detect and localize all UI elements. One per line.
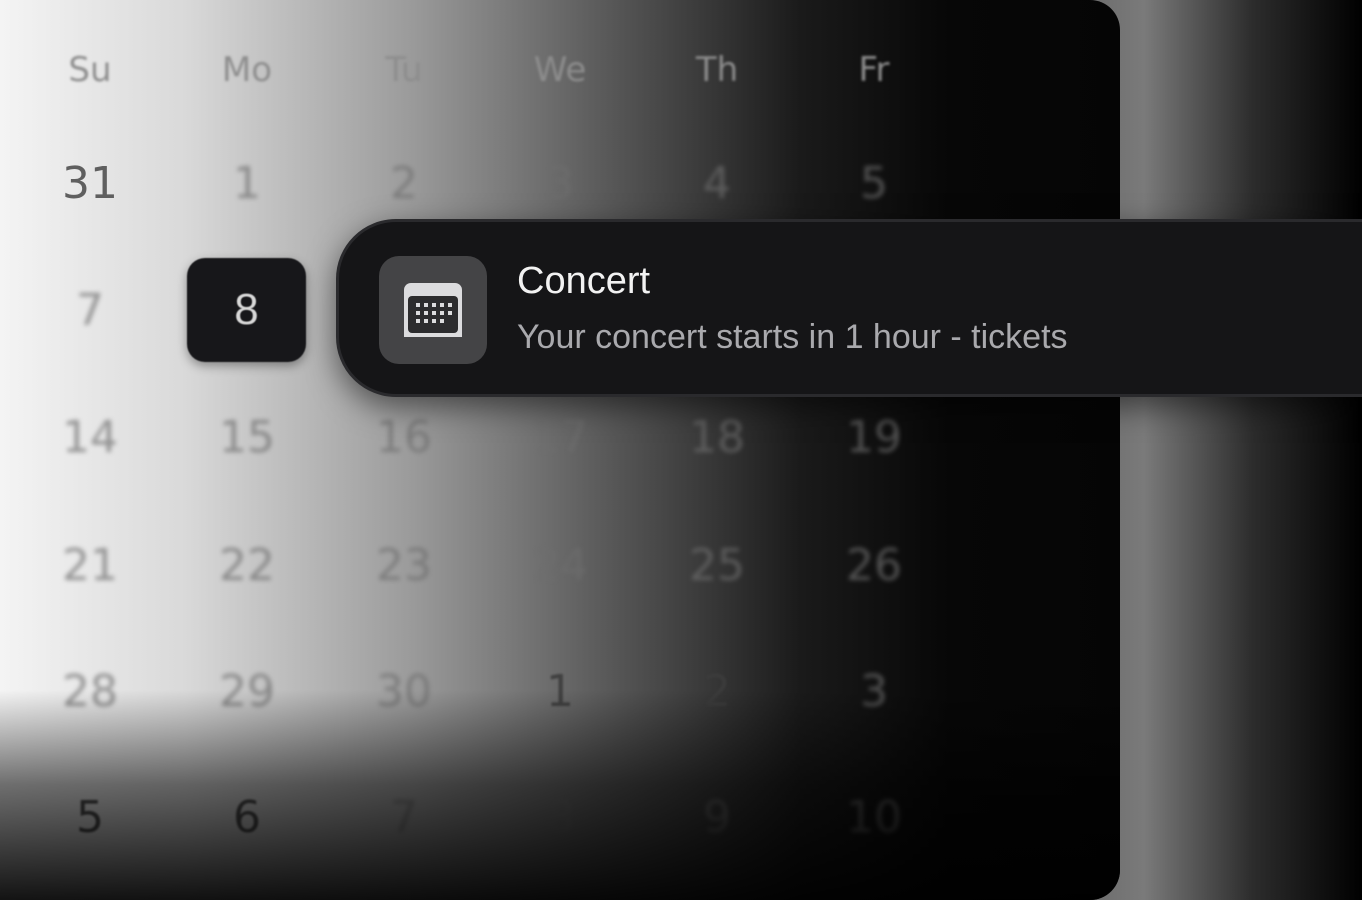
- calendar-day[interactable]: 5: [814, 158, 934, 209]
- calendar-day[interactable]: 25: [657, 540, 777, 591]
- weekday-tuesday: Tu: [385, 50, 423, 90]
- selected-day-label: 8: [234, 285, 259, 334]
- calendar-day[interactable]: 2: [344, 158, 464, 209]
- calendar-day[interactable]: 15: [187, 412, 307, 463]
- calendar-day[interactable]: 1: [187, 158, 307, 209]
- screen: Su Mo Tu We Th Fr 31 1 2 3 4 5 7 14 15 1…: [0, 0, 1362, 900]
- calendar-day[interactable]: 29: [187, 666, 307, 717]
- calendar-day[interactable]: 16: [344, 412, 464, 463]
- calendar-day[interactable]: 17: [500, 412, 620, 463]
- calendar-panel: Su Mo Tu We Th Fr 31 1 2 3 4 5 7 14 15 1…: [0, 0, 1120, 900]
- selected-day[interactable]: 8: [187, 258, 306, 362]
- calendar-day[interactable]: 22: [187, 540, 307, 591]
- calendar-day[interactable]: 31: [30, 158, 150, 209]
- notification-app-icon: [379, 256, 487, 364]
- calendar-day[interactable]: 2: [657, 666, 777, 717]
- calendar-day[interactable]: 3: [814, 666, 934, 717]
- calendar-day[interactable]: 7: [30, 285, 150, 336]
- calendar-day[interactable]: 23: [344, 540, 464, 591]
- calendar-day[interactable]: 4: [657, 158, 777, 209]
- weekday-monday: Mo: [221, 50, 273, 90]
- calendar-day[interactable]: 6: [187, 792, 307, 843]
- calendar-day[interactable]: 9: [657, 792, 777, 843]
- calendar-day[interactable]: 7: [344, 792, 464, 843]
- calendar-day[interactable]: 1: [500, 666, 620, 717]
- notification-body: Your concert starts in 1 hour - tickets: [517, 318, 1068, 356]
- calendar-day[interactable]: 14: [30, 412, 150, 463]
- calendar-day[interactable]: 26: [814, 540, 934, 591]
- calendar-day[interactable]: 28: [30, 666, 150, 717]
- weekday-sunday: Su: [68, 50, 112, 90]
- weekday-wednesday: We: [533, 50, 587, 90]
- notification-banner[interactable]: Concert Your concert starts in 1 hour - …: [336, 219, 1362, 397]
- weekday-thursday: Th: [695, 50, 739, 90]
- calendar-day[interactable]: 3: [500, 158, 620, 209]
- calendar-day[interactable]: 21: [30, 540, 150, 591]
- weekday-friday: Fr: [858, 50, 890, 90]
- calendar-day[interactable]: 10: [814, 792, 934, 843]
- notification-title: Concert: [517, 260, 651, 302]
- calendar-day[interactable]: 24: [500, 540, 620, 591]
- calendar-day[interactable]: 30: [344, 666, 464, 717]
- calendar-day[interactable]: 8: [500, 792, 620, 843]
- calendar-icon: [404, 283, 462, 337]
- calendar-day[interactable]: 19: [814, 412, 934, 463]
- notification-fade-overlay: [1093, 222, 1362, 394]
- calendar-day[interactable]: 18: [657, 412, 777, 463]
- calendar-day[interactable]: 5: [30, 792, 150, 843]
